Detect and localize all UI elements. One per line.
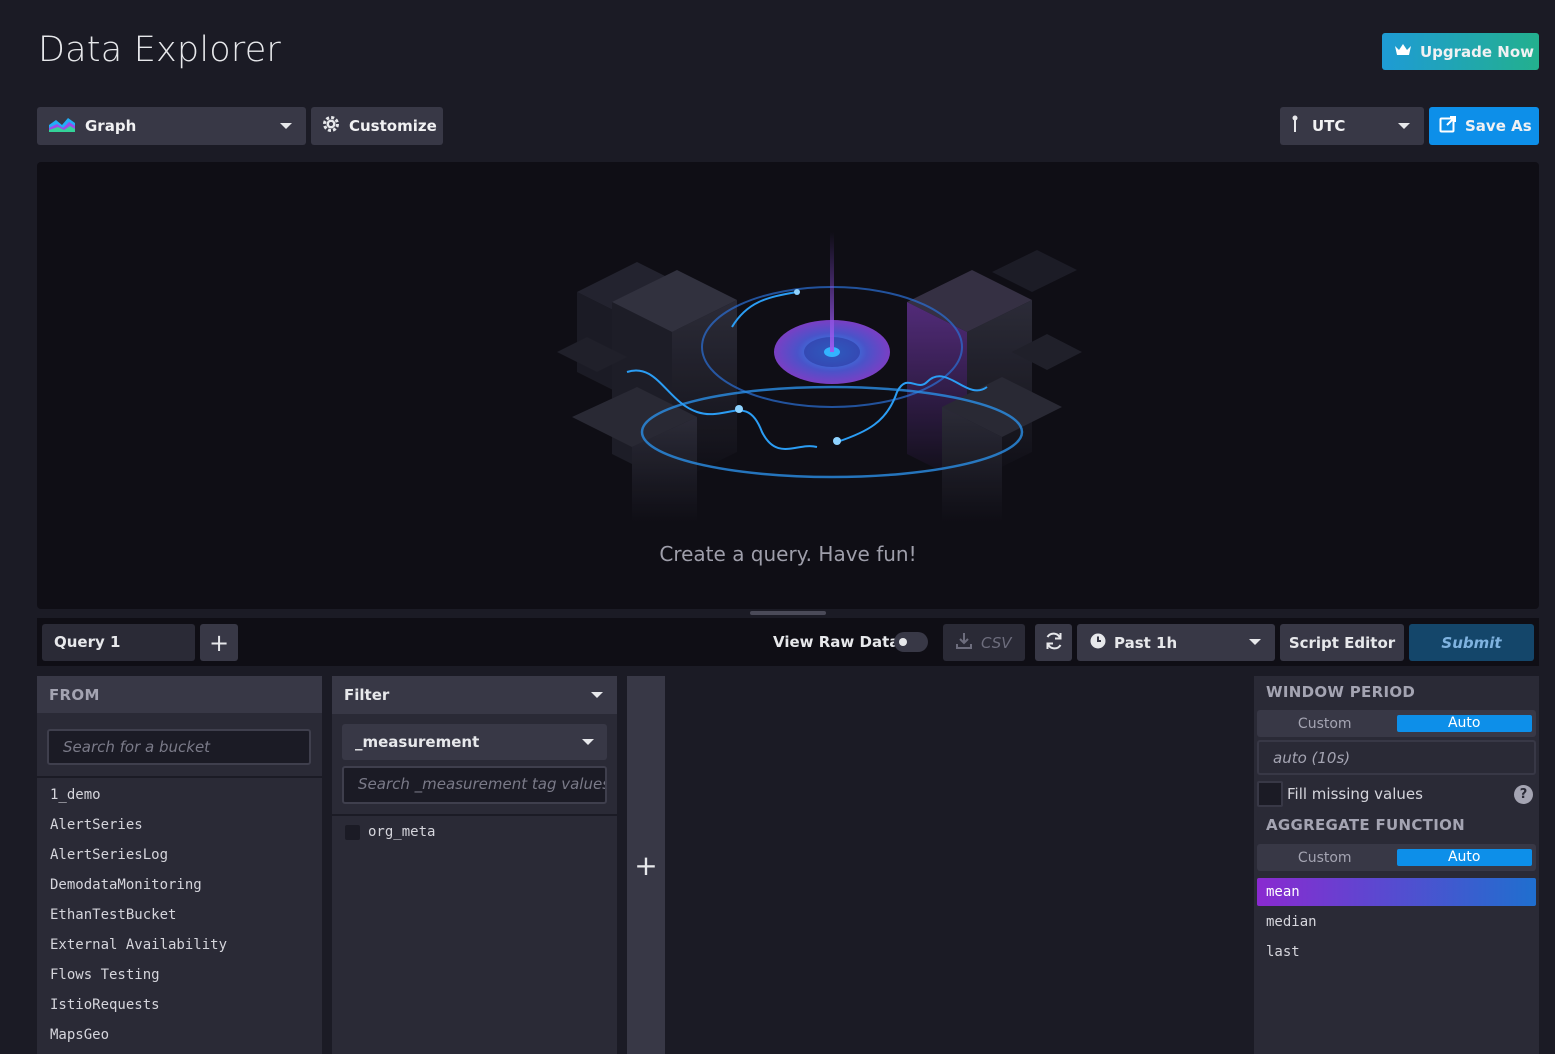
fill-missing-row: Fill missing values ? [1257,780,1536,807]
function-auto-option[interactable]: Auto [1396,849,1532,866]
download-icon [955,632,973,654]
filter-title: Filter [344,686,390,704]
chevron-down-icon [582,739,594,745]
clock-icon [1090,633,1106,653]
empty-graph-illustration [557,232,1082,522]
filter-function-dropdown[interactable]: Filter [332,676,617,714]
tag-value-label: org_meta [368,824,436,840]
resize-handle[interactable] [750,611,826,615]
divider [332,814,617,816]
timezone-dropdown[interactable]: UTC [1280,107,1424,145]
bucket-item[interactable]: External Availability [50,934,227,964]
aggregate-function-item[interactable]: mean [1257,878,1536,906]
from-panel: FROM Search for a bucket 1_demo AlertSer… [37,676,322,1054]
bucket-item[interactable]: MapsGeo [50,1024,227,1054]
bucket-search-input[interactable]: Search for a bucket [47,729,311,765]
graph-panel: Create a query. Have fun! [37,162,1539,609]
csv-label: CSV [981,633,1012,652]
fill-missing-label: Fill missing values [1287,784,1423,803]
upgrade-now-label: Upgrade Now [1420,42,1535,61]
bucket-item[interactable]: EthanTestBucket [50,904,227,934]
fill-missing-checkbox[interactable] [1257,780,1283,807]
refresh-button[interactable] [1035,624,1072,661]
window-auto-option[interactable]: Auto [1396,715,1532,732]
graph-type-dropdown[interactable]: Graph [37,107,306,145]
pin-icon [1292,115,1298,137]
window-period-toggle: Custom Auto [1257,710,1536,737]
aggregate-function-list: mean median last [1257,878,1536,968]
export-icon [1439,115,1457,137]
tag-value-checkbox[interactable] [345,824,360,840]
window-custom-option[interactable]: Custom [1257,716,1393,732]
gear-icon [321,114,341,138]
upgrade-now-button[interactable]: Upgrade Now [1382,33,1539,70]
aggregate-function-item[interactable]: last [1257,938,1536,968]
view-raw-data-toggle[interactable] [894,632,928,652]
bucket-list: 1_demo AlertSeries AlertSeriesLog Demoda… [50,784,227,1054]
time-range-dropdown[interactable]: Past 1h [1077,624,1275,661]
chevron-down-icon [1398,123,1410,129]
bucket-item[interactable]: Flows Testing [50,964,227,994]
page-title: Data Explorer [38,30,282,70]
graph-type-label: Graph [85,117,137,135]
aggregate-panel: WINDOW PERIOD Custom Auto auto (10s) Fil… [1254,676,1539,1054]
customize-label: Customize [349,117,437,135]
aggregate-function-item[interactable]: median [1257,908,1536,938]
time-range-label: Past 1h [1114,633,1178,652]
crown-icon [1394,43,1412,61]
chevron-down-icon [280,123,292,129]
empty-state-message: Create a query. Have fun! [659,542,917,566]
graph-type-icon [49,116,75,136]
function-custom-option[interactable]: Custom [1257,850,1393,866]
bucket-item[interactable]: DemodataMonitoring [50,874,227,904]
window-period-input[interactable]: auto (10s) [1257,740,1536,775]
bucket-item[interactable]: 1_demo [50,784,227,814]
aggregate-function-title: AGGREGATE FUNCTION [1266,816,1465,834]
tag-key-label: _measurement [355,733,480,751]
add-filter-button[interactable]: + [627,676,665,1054]
csv-download-button[interactable]: CSV [943,624,1025,661]
window-period-title: WINDOW PERIOD [1266,683,1416,701]
save-as-button[interactable]: Save As [1429,107,1539,145]
add-query-button[interactable]: + [200,624,238,661]
tag-key-dropdown[interactable]: _measurement [342,724,607,760]
from-panel-title: FROM [37,676,322,713]
aggregate-function-toggle: Custom Auto [1257,844,1536,871]
tag-value-search-input[interactable]: Search _measurement tag values [342,766,607,804]
help-icon[interactable]: ? [1514,785,1533,804]
tag-value-item[interactable]: org_meta [345,824,435,840]
bucket-item[interactable]: IstioRequests [50,994,227,1024]
query-tab[interactable]: Query 1 [42,624,195,661]
submit-button[interactable]: Submit [1409,624,1534,661]
customize-button[interactable]: Customize [311,107,443,145]
chevron-down-icon [1249,639,1261,645]
timezone-label: UTC [1312,117,1346,135]
filter-panel: Filter _measurement Search _measurement … [332,676,617,1054]
script-editor-button[interactable]: Script Editor [1280,624,1404,661]
view-raw-data-label: View Raw Data [773,633,900,651]
refresh-icon [1044,631,1064,655]
bucket-item[interactable]: AlertSeriesLog [50,844,227,874]
save-as-label: Save As [1465,117,1532,135]
bucket-item[interactable]: AlertSeries [50,814,227,844]
divider [37,776,322,778]
chevron-down-icon [591,692,603,698]
